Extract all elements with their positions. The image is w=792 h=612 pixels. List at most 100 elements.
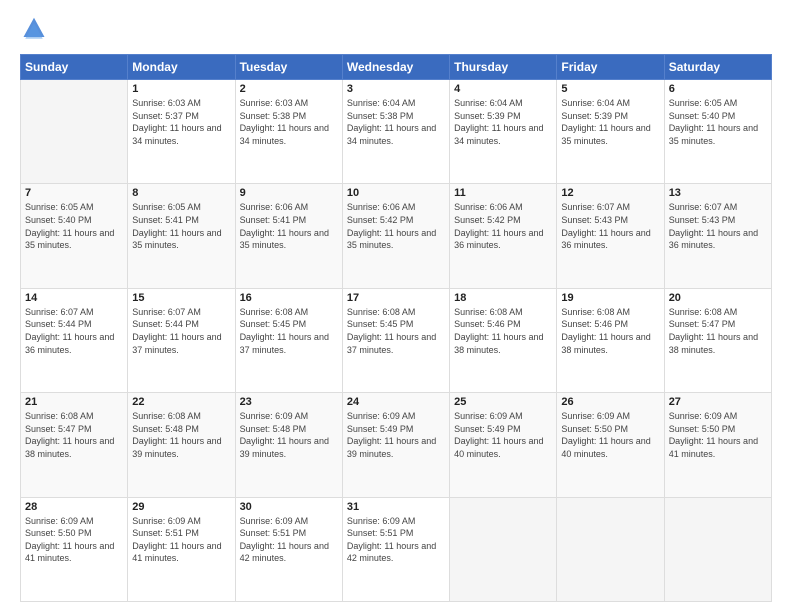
day-number: 18	[454, 292, 552, 304]
calendar-cell: 10Sunrise: 6:06 AMSunset: 5:42 PMDayligh…	[342, 184, 449, 288]
calendar-cell: 29 Sunrise: 6:09 AMSunset: 5:51 PMDayligh…	[128, 497, 235, 601]
day-number: 13	[669, 187, 767, 199]
calendar-week-4: 28 Sunrise: 6:09 AMSunset: 5:50 PMDayligh…	[21, 497, 772, 601]
day-detail: Sunrise: 6:09 AMSunset: 5:50 PMDaylight:…	[561, 410, 659, 460]
calendar-cell: 28 Sunrise: 6:09 AMSunset: 5:50 PMDayligh…	[21, 497, 128, 601]
page: SundayMondayTuesdayWednesdayThursdayFrid…	[0, 0, 792, 612]
day-detail: Sunrise: 6:08 AMSunset: 5:45 PMDaylight:…	[240, 306, 338, 356]
calendar-cell: 1 Sunrise: 6:03 AMSunset: 5:37 PMDaylight…	[128, 80, 235, 184]
calendar-cell: 14Sunrise: 6:07 AMSunset: 5:44 PMDayligh…	[21, 288, 128, 392]
day-detail: Sunrise: 6:03 AMSunset: 5:38 PMDaylight:…	[240, 97, 338, 147]
day-detail: Sunrise: 6:09 AMSunset: 5:50 PMDaylight:…	[669, 410, 767, 460]
calendar-week-0: 1 Sunrise: 6:03 AMSunset: 5:37 PMDaylight…	[21, 80, 772, 184]
day-number: 30	[240, 501, 338, 513]
calendar-cell: 27 Sunrise: 6:09 AMSunset: 5:50 PMDayligh…	[664, 393, 771, 497]
weekday-tuesday: Tuesday	[235, 55, 342, 80]
calendar-cell	[450, 497, 557, 601]
day-number: 5	[561, 83, 659, 95]
calendar-cell: 23 Sunrise: 6:09 AMSunset: 5:48 PMDayligh…	[235, 393, 342, 497]
day-detail: Sunrise: 6:08 AMSunset: 5:46 PMDaylight:…	[561, 306, 659, 356]
day-detail: Sunrise: 6:09 AMSunset: 5:51 PMDaylight:…	[240, 515, 338, 565]
day-number: 2	[240, 83, 338, 95]
calendar-table: SundayMondayTuesdayWednesdayThursdayFrid…	[20, 54, 772, 602]
weekday-wednesday: Wednesday	[342, 55, 449, 80]
calendar-week-1: 7 Sunrise: 6:05 AMSunset: 5:40 PMDaylight…	[21, 184, 772, 288]
day-number: 24	[347, 396, 445, 408]
day-number: 11	[454, 187, 552, 199]
day-detail: Sunrise: 6:08 AMSunset: 5:47 PMDaylight:…	[669, 306, 767, 356]
day-number: 15	[132, 292, 230, 304]
day-number: 12	[561, 187, 659, 199]
day-number: 29	[132, 501, 230, 513]
day-number: 3	[347, 83, 445, 95]
day-detail: Sunrise: 6:03 AMSunset: 5:37 PMDaylight:…	[132, 97, 230, 147]
day-number: 1	[132, 83, 230, 95]
calendar-cell: 15 Sunrise: 6:07 AMSunset: 5:44 PMDayligh…	[128, 288, 235, 392]
day-detail: Sunrise: 6:06 AMSunset: 5:42 PMDaylight:…	[454, 201, 552, 251]
calendar-cell: 17 Sunrise: 6:08 AMSunset: 5:45 PMDayligh…	[342, 288, 449, 392]
day-number: 17	[347, 292, 445, 304]
day-detail: Sunrise: 6:08 AMSunset: 5:46 PMDaylight:…	[454, 306, 552, 356]
day-detail: Sunrise: 6:09 AMSunset: 5:51 PMDaylight:…	[132, 515, 230, 565]
day-number: 16	[240, 292, 338, 304]
calendar-cell: 16 Sunrise: 6:08 AMSunset: 5:45 PMDayligh…	[235, 288, 342, 392]
day-detail: Sunrise: 6:08 AMSunset: 5:45 PMDaylight:…	[347, 306, 445, 356]
calendar-cell: 4 Sunrise: 6:04 AMSunset: 5:39 PMDaylight…	[450, 80, 557, 184]
day-number: 9	[240, 187, 338, 199]
weekday-friday: Friday	[557, 55, 664, 80]
day-number: 10	[347, 187, 445, 199]
weekday-saturday: Saturday	[664, 55, 771, 80]
day-detail: Sunrise: 6:09 AMSunset: 5:49 PMDaylight:…	[454, 410, 552, 460]
calendar-cell: 8Sunrise: 6:05 AMSunset: 5:41 PMDaylight…	[128, 184, 235, 288]
header	[20, 16, 772, 44]
calendar-cell: 12 Sunrise: 6:07 AMSunset: 5:43 PMDayligh…	[557, 184, 664, 288]
calendar-cell: 2 Sunrise: 6:03 AMSunset: 5:38 PMDaylight…	[235, 80, 342, 184]
day-detail: Sunrise: 6:05 AMSunset: 5:41 PMDaylight:…	[132, 201, 230, 251]
day-number: 20	[669, 292, 767, 304]
calendar-week-3: 21 Sunrise: 6:08 AMSunset: 5:47 PMDayligh…	[21, 393, 772, 497]
day-detail: Sunrise: 6:09 AMSunset: 5:49 PMDaylight:…	[347, 410, 445, 460]
day-number: 23	[240, 396, 338, 408]
day-detail: Sunrise: 6:06 AMSunset: 5:41 PMDaylight:…	[240, 201, 338, 251]
day-number: 7	[25, 187, 123, 199]
day-detail: Sunrise: 6:04 AMSunset: 5:38 PMDaylight:…	[347, 97, 445, 147]
day-number: 25	[454, 396, 552, 408]
day-number: 28	[25, 501, 123, 513]
logo-icon	[20, 16, 48, 44]
day-number: 4	[454, 83, 552, 95]
calendar-cell: 30 Sunrise: 6:09 AMSunset: 5:51 PMDayligh…	[235, 497, 342, 601]
calendar-cell: 19 Sunrise: 6:08 AMSunset: 5:46 PMDayligh…	[557, 288, 664, 392]
day-number: 31	[347, 501, 445, 513]
calendar-cell: 31Sunrise: 6:09 AMSunset: 5:51 PMDayligh…	[342, 497, 449, 601]
weekday-header-row: SundayMondayTuesdayWednesdayThursdayFrid…	[21, 55, 772, 80]
day-detail: Sunrise: 6:07 AMSunset: 5:44 PMDaylight:…	[132, 306, 230, 356]
day-number: 6	[669, 83, 767, 95]
calendar-cell: 21 Sunrise: 6:08 AMSunset: 5:47 PMDayligh…	[21, 393, 128, 497]
weekday-thursday: Thursday	[450, 55, 557, 80]
day-detail: Sunrise: 6:09 AMSunset: 5:50 PMDaylight:…	[25, 515, 123, 565]
calendar-cell	[21, 80, 128, 184]
day-number: 26	[561, 396, 659, 408]
calendar-cell	[664, 497, 771, 601]
calendar-cell: 25 Sunrise: 6:09 AMSunset: 5:49 PMDayligh…	[450, 393, 557, 497]
calendar-cell: 13Sunrise: 6:07 AMSunset: 5:43 PMDayligh…	[664, 184, 771, 288]
calendar-cell: 20 Sunrise: 6:08 AMSunset: 5:47 PMDayligh…	[664, 288, 771, 392]
day-number: 27	[669, 396, 767, 408]
calendar-cell: 3 Sunrise: 6:04 AMSunset: 5:38 PMDaylight…	[342, 80, 449, 184]
day-number: 19	[561, 292, 659, 304]
calendar-cell: 6 Sunrise: 6:05 AMSunset: 5:40 PMDaylight…	[664, 80, 771, 184]
calendar-cell: 26 Sunrise: 6:09 AMSunset: 5:50 PMDayligh…	[557, 393, 664, 497]
day-detail: Sunrise: 6:07 AMSunset: 5:43 PMDaylight:…	[561, 201, 659, 251]
day-detail: Sunrise: 6:09 AMSunset: 5:48 PMDaylight:…	[240, 410, 338, 460]
calendar-cell: 24 Sunrise: 6:09 AMSunset: 5:49 PMDayligh…	[342, 393, 449, 497]
day-detail: Sunrise: 6:08 AMSunset: 5:47 PMDaylight:…	[25, 410, 123, 460]
day-detail: Sunrise: 6:08 AMSunset: 5:48 PMDaylight:…	[132, 410, 230, 460]
day-detail: Sunrise: 6:04 AMSunset: 5:39 PMDaylight:…	[454, 97, 552, 147]
day-number: 21	[25, 396, 123, 408]
weekday-sunday: Sunday	[21, 55, 128, 80]
day-detail: Sunrise: 6:05 AMSunset: 5:40 PMDaylight:…	[669, 97, 767, 147]
day-detail: Sunrise: 6:05 AMSunset: 5:40 PMDaylight:…	[25, 201, 123, 251]
calendar-week-2: 14Sunrise: 6:07 AMSunset: 5:44 PMDayligh…	[21, 288, 772, 392]
calendar-cell: 7 Sunrise: 6:05 AMSunset: 5:40 PMDaylight…	[21, 184, 128, 288]
calendar-cell: 9 Sunrise: 6:06 AMSunset: 5:41 PMDaylight…	[235, 184, 342, 288]
